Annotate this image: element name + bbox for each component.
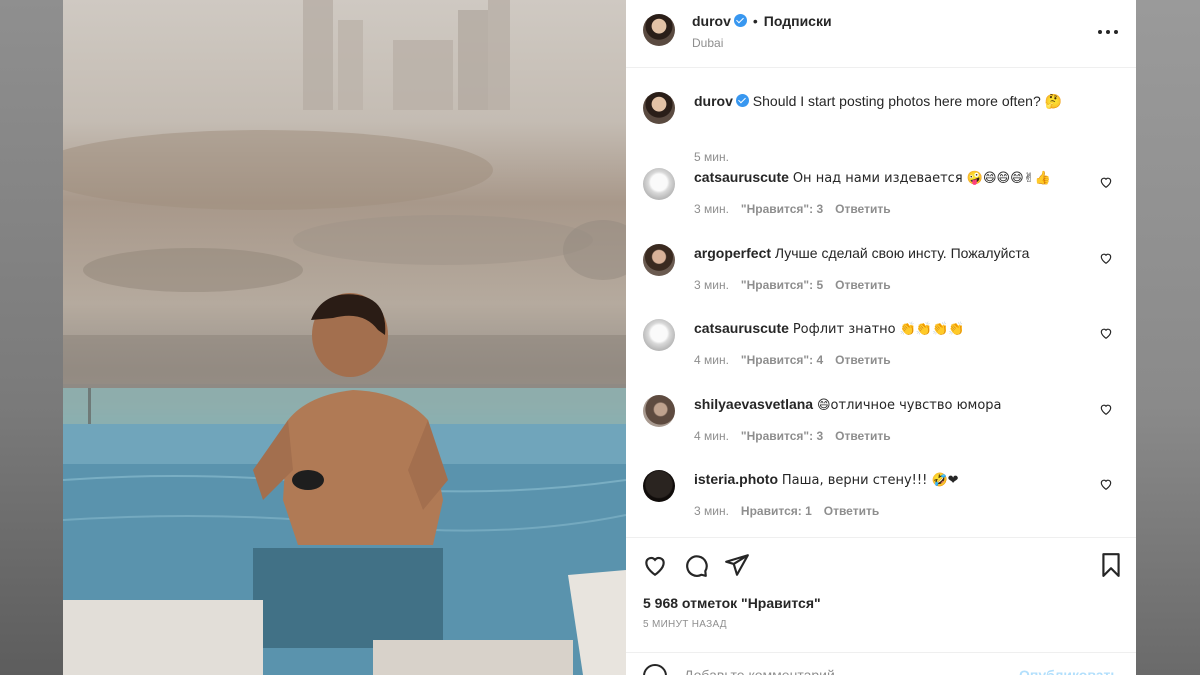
comment-time: 3 мин. <box>694 202 729 216</box>
comment-body: Рофлит знатно 👏👏👏👏 <box>792 322 965 337</box>
reply-button[interactable]: Ответить <box>835 353 890 367</box>
comment-body: Паша, верни стену!!! 🤣❤ <box>781 473 959 488</box>
commenter-avatar[interactable] <box>643 168 675 200</box>
heart-icon[interactable] <box>1099 251 1113 265</box>
likes-count[interactable]: 5 968 отметок "Нравится" <box>643 595 821 611</box>
caption-text: durov Should I start posting photos here… <box>694 93 1062 110</box>
comment-time: 4 мин. <box>694 353 729 367</box>
comment-body: Лучше сделай свою инсту. Пожалуйста <box>774 245 1030 261</box>
comment-meta: 3 мин. "Нравится": 5 Ответить <box>694 278 903 292</box>
comments-list[interactable]: durov Should I start posting photos here… <box>626 68 1136 538</box>
commenter-username[interactable]: catsauruscute <box>694 169 789 185</box>
comment-time: 3 мин. <box>694 504 729 518</box>
reply-button[interactable]: Ответить <box>835 278 890 292</box>
heart-icon[interactable] <box>642 552 668 578</box>
comment-time: 3 мин. <box>694 278 729 292</box>
comment-icon[interactable] <box>683 552 709 578</box>
comment-meta: 3 мин. Нравится: 1 Ответить <box>694 504 891 518</box>
commenter-avatar[interactable] <box>643 470 675 502</box>
comment-item: argoperfect Лучше сделай свою инсту. Пож… <box>643 244 1135 304</box>
comment-likes[interactable]: "Нравится": 3 <box>741 202 823 216</box>
author-avatar[interactable] <box>643 14 675 46</box>
verified-icon <box>735 94 749 107</box>
post-photo[interactable] <box>63 0 626 675</box>
reply-button[interactable]: Ответить <box>835 429 890 443</box>
comment-text: shilyaevasvetlana 😄отличное чувство юмор… <box>694 396 1002 413</box>
reply-button[interactable]: Ответить <box>835 202 890 216</box>
caption-body: Should I start posting photos here more … <box>752 93 1063 109</box>
comment-text: argoperfect Лучше сделай свою инсту. Пож… <box>694 245 1029 261</box>
share-icon[interactable] <box>724 552 750 578</box>
comment-likes[interactable]: Нравится: 1 <box>741 504 812 518</box>
comment-text: catsauruscute Он над нами издевается 🤪😄😄… <box>694 169 1051 186</box>
comment-input[interactable] <box>684 667 1014 675</box>
commenter-avatar[interactable] <box>643 319 675 351</box>
commenter-avatar[interactable] <box>643 395 675 427</box>
comment-body: Он над нами издевается 🤪😄😄😄✌👍 <box>792 171 1051 186</box>
publish-button[interactable]: Опубликовать <box>1019 667 1119 675</box>
bookmark-icon[interactable] <box>1098 552 1124 578</box>
add-comment-row: Опубликовать <box>626 652 1136 675</box>
comment-time: 4 мин. <box>694 429 729 443</box>
author-avatar[interactable] <box>643 92 675 124</box>
post-actions: 5 968 отметок "Нравится" 5 МИНУТ НАЗАД О… <box>626 538 1136 675</box>
comment-likes[interactable]: "Нравится": 4 <box>741 353 823 367</box>
commenter-username[interactable]: argoperfect <box>694 245 771 261</box>
post-photo-illustration <box>63 0 626 675</box>
commenter-username[interactable]: shilyaevasvetlana <box>694 396 813 412</box>
comment-meta: 3 мин. "Нравится": 3 Ответить <box>694 202 903 216</box>
heart-icon[interactable] <box>1099 477 1113 491</box>
caption-time: 5 мин. <box>694 150 729 164</box>
commenter-avatar[interactable] <box>643 244 675 276</box>
commenter-username[interactable]: catsauruscute <box>694 320 789 336</box>
heart-icon[interactable] <box>1099 175 1113 189</box>
heart-icon[interactable] <box>1099 402 1113 416</box>
location-link[interactable]: Dubai <box>692 36 723 50</box>
emoji-icon[interactable] <box>643 664 667 675</box>
comment-item: catsauruscute Он над нами издевается 🤪😄😄… <box>643 168 1135 228</box>
more-icon[interactable] <box>1098 24 1118 40</box>
heart-icon[interactable] <box>1099 326 1113 340</box>
comment-text: isteria.photo Паша, верни стену!!! 🤣❤ <box>694 471 959 488</box>
comment-likes[interactable]: "Нравится": 5 <box>741 278 823 292</box>
backdrop-left <box>0 0 63 675</box>
comment-meta: 4 мин. "Нравится": 3 Ответить <box>694 429 903 443</box>
comment-text: catsauruscute Рофлит знатно 👏👏👏👏 <box>694 320 964 337</box>
comment-item: isteria.photo Паша, верни стену!!! 🤣❤ 3 … <box>643 470 1135 530</box>
post-panel: durov • Подписки Dubai durov Should I star… <box>626 0 1136 675</box>
comment-item: catsauruscute Рофлит знатно 👏👏👏👏 4 мин. "… <box>643 319 1135 379</box>
comment-body: 😄отличное чувство юмора <box>816 398 1002 413</box>
comment-likes[interactable]: "Нравится": 3 <box>741 429 823 443</box>
header-line: durov • Подписки <box>692 13 832 29</box>
caption-username[interactable]: durov <box>694 93 733 109</box>
comment-meta: 4 мин. "Нравится": 4 Ответить <box>694 353 903 367</box>
reply-button[interactable]: Ответить <box>824 504 879 518</box>
separator-dot: • <box>752 13 758 29</box>
posted-time: 5 МИНУТ НАЗАД <box>643 619 727 630</box>
comment-item: shilyaevasvetlana 😄отличное чувство юмор… <box>643 395 1135 455</box>
commenter-username[interactable]: isteria.photo <box>694 471 778 487</box>
backdrop-right <box>1136 0 1200 675</box>
post-header: durov • Подписки Dubai <box>626 0 1136 68</box>
verified-icon <box>733 14 747 27</box>
author-username[interactable]: durov <box>692 13 731 29</box>
follow-button[interactable]: Подписки <box>764 13 832 29</box>
